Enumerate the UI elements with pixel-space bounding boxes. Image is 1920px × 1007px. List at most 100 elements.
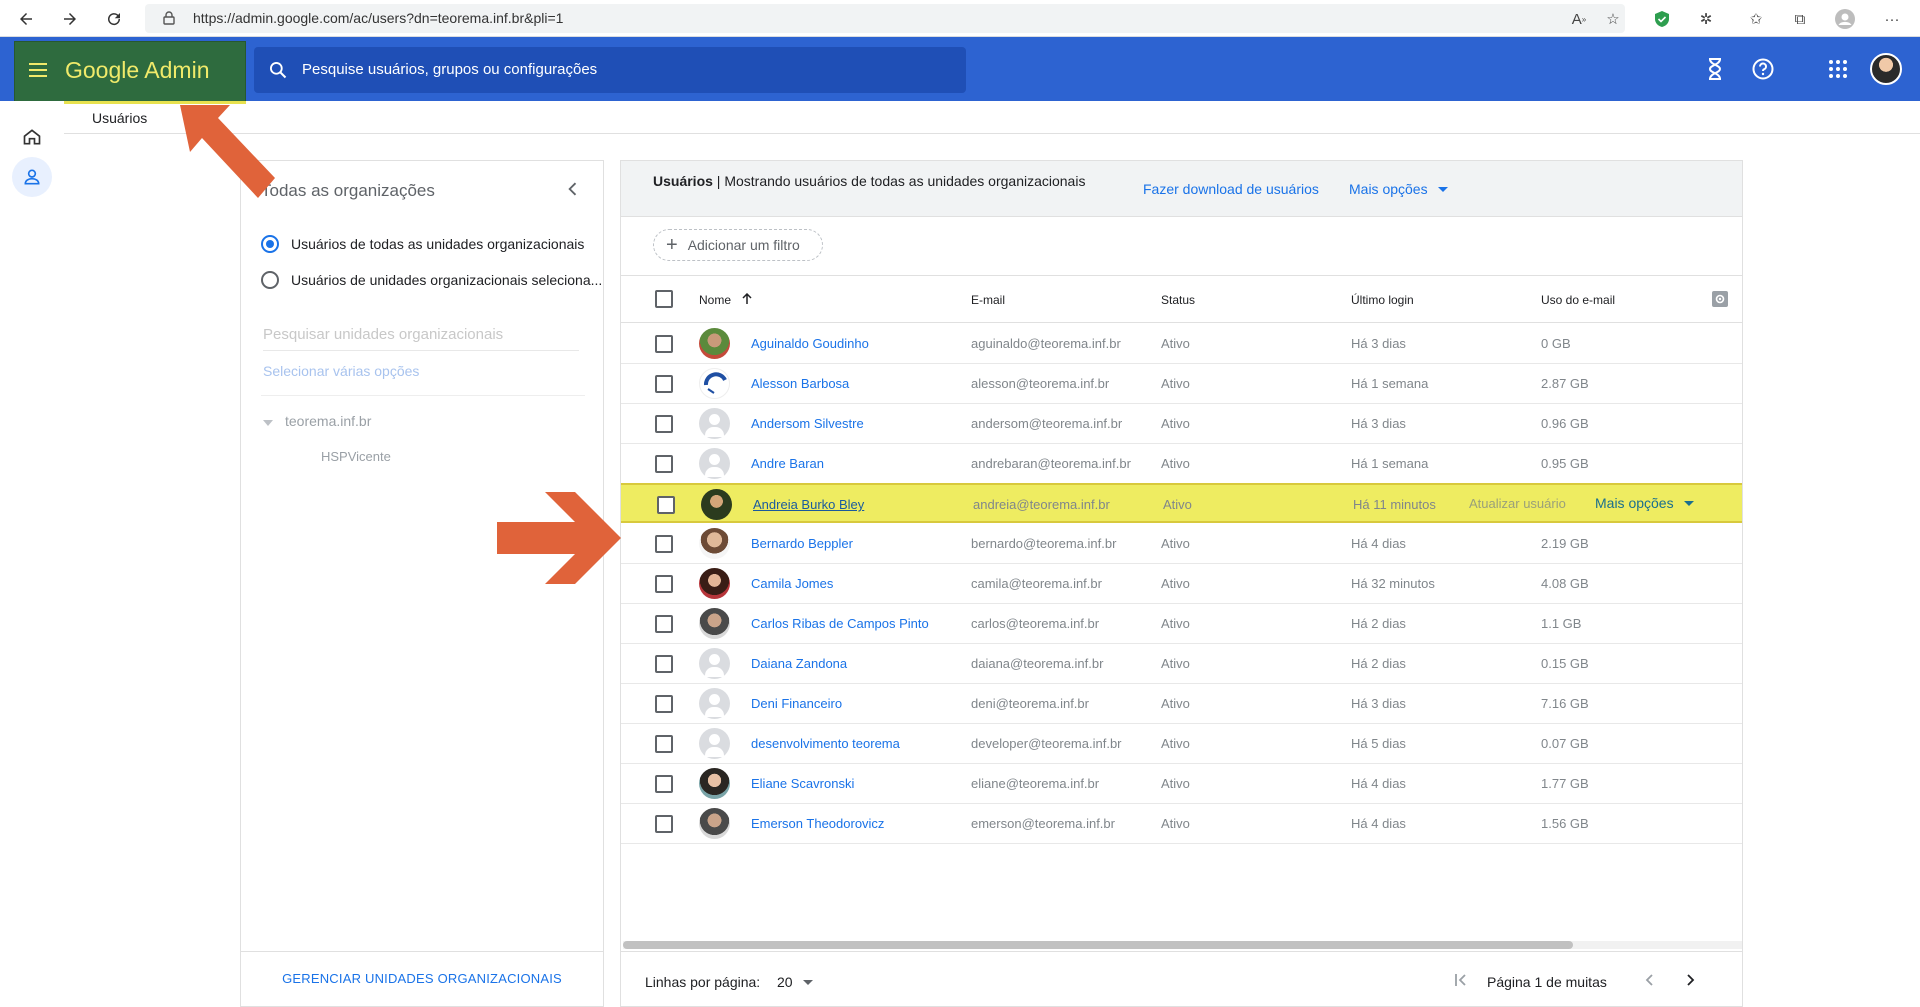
browser-menu-icon[interactable]: ···: [1880, 7, 1904, 31]
user-name-link[interactable]: Carlos Ribas de Campos Pinto: [751, 616, 929, 631]
row-checkbox[interactable]: [655, 815, 673, 833]
user-email: emerson@teorema.inf.br: [971, 816, 1115, 831]
user-name-link[interactable]: Emerson Theodorovicz: [751, 816, 884, 831]
profile-icon[interactable]: [1833, 7, 1857, 31]
col-status[interactable]: Status: [1161, 293, 1195, 307]
row-checkbox[interactable]: [655, 535, 673, 553]
row-checkbox[interactable]: [655, 375, 673, 393]
table-row[interactable]: Andersom Silvestre andersom@teorema.inf.b…: [621, 404, 1742, 444]
read-aloud-icon[interactable]: A»: [1567, 7, 1591, 31]
user-name-link[interactable]: Daiana Zandona: [751, 656, 847, 671]
table-row[interactable]: Aguinaldo Goudinho aguinaldo@teorema.inf.…: [621, 324, 1742, 364]
row-checkbox[interactable]: [655, 335, 673, 353]
next-page-icon[interactable]: [1677, 966, 1705, 994]
favorites-icon[interactable]: ✩: [1744, 7, 1768, 31]
add-filter-button[interactable]: + Adicionar um filtro: [653, 229, 823, 261]
table-row[interactable]: Camila Jomes camila@teorema.inf.br Ativo Há…: [621, 564, 1742, 604]
search-input[interactable]: Pesquise usuários, grupos ou configuraçõ…: [254, 47, 966, 93]
user-name-link[interactable]: Bernardo Beppler: [751, 536, 853, 551]
col-email[interactable]: E-mail: [971, 293, 1005, 307]
collapse-panel-icon[interactable]: [563, 179, 583, 204]
address-bar[interactable]: https://admin.google.com/ac/users?dn=teo…: [145, 4, 1625, 33]
org-tree-child[interactable]: HSPVicente: [321, 449, 391, 464]
update-user-button[interactable]: Atualizar usuário: [1469, 496, 1566, 511]
table-row[interactable]: Alesson Barbosa alesson@teorema.inf.br Ati…: [621, 364, 1742, 404]
row-checkbox[interactable]: [655, 615, 673, 633]
forward-icon[interactable]: [56, 5, 84, 33]
annotation-arrow-right: [497, 492, 621, 584]
brand-title[interactable]: Google Admin: [65, 57, 209, 84]
table-row[interactable]: Daiana Zandona daiana@teorema.inf.br Ativo…: [621, 644, 1742, 684]
org-search-input[interactable]: Pesquisar unidades organizacionais: [263, 321, 579, 351]
select-multiple-link[interactable]: Selecionar várias opções: [263, 363, 419, 379]
user-status: Ativo: [1161, 656, 1190, 671]
radio-all-org-units[interactable]: Usuários de todas as unidades organizaci…: [261, 235, 584, 253]
home-icon[interactable]: [12, 117, 52, 157]
table-row[interactable]: Emerson Theodorovicz emerson@teorema.inf.…: [621, 804, 1742, 844]
person-icon[interactable]: [12, 157, 52, 197]
user-status: Ativo: [1161, 536, 1190, 551]
col-email-usage[interactable]: Uso do e-mail: [1541, 293, 1615, 307]
col-last-login[interactable]: Último login: [1351, 293, 1414, 307]
download-users-button[interactable]: Fazer download de usuários: [1143, 181, 1319, 197]
row-checkbox[interactable]: [655, 415, 673, 433]
breadcrumb-divider: [64, 133, 1920, 134]
manage-org-units-button[interactable]: GERENCIAR UNIDADES ORGANIZACIONAIS: [241, 971, 603, 986]
back-icon[interactable]: [12, 5, 40, 33]
shield-extension-icon[interactable]: [1650, 7, 1674, 31]
table-row[interactable]: Andreia Burko Bley andreia@teorema.inf.br…: [621, 483, 1742, 523]
help-icon[interactable]: [1751, 57, 1775, 81]
radio-unselected[interactable]: [261, 271, 279, 289]
user-name-link[interactable]: Camila Jomes: [751, 576, 833, 591]
collections-icon[interactable]: ⧉: [1788, 7, 1812, 31]
prev-page-icon[interactable]: [1635, 966, 1663, 994]
sort-ascending-icon[interactable]: [742, 292, 752, 307]
extensions-icon[interactable]: ✲: [1694, 7, 1718, 31]
tree-expand-icon[interactable]: [263, 413, 273, 429]
hamburger-icon[interactable]: [29, 62, 49, 83]
column-settings-icon[interactable]: [1711, 290, 1729, 313]
user-email-usage: 4.08 GB: [1541, 576, 1589, 591]
user-name-link[interactable]: Andersom Silvestre: [751, 416, 864, 431]
org-tree-root[interactable]: teorema.inf.br: [263, 413, 371, 429]
user-name-link[interactable]: Andreia Burko Bley: [753, 497, 864, 512]
favorite-star-icon[interactable]: ☆: [1601, 7, 1625, 31]
more-options-button[interactable]: Mais opções: [1349, 181, 1448, 197]
breadcrumb[interactable]: Usuários: [92, 110, 147, 126]
user-name-link[interactable]: Deni Financeiro: [751, 696, 842, 711]
row-checkbox[interactable]: [655, 655, 673, 673]
row-checkbox[interactable]: [655, 775, 673, 793]
rows-per-page-select[interactable]: 20: [777, 974, 813, 990]
table-row[interactable]: Deni Financeiro deni@teorema.inf.br Ativo H…: [621, 684, 1742, 724]
first-page-icon[interactable]: [1447, 966, 1475, 994]
table-row[interactable]: Eliane Scavronski eliane@teorema.inf.br At…: [621, 764, 1742, 804]
user-name-link[interactable]: Alesson Barbosa: [751, 376, 849, 391]
user-name-link[interactable]: desenvolvimento teorema: [751, 736, 900, 751]
row-checkbox[interactable]: [655, 455, 673, 473]
user-name-link[interactable]: Eliane Scavronski: [751, 776, 854, 791]
user-email: camila@teorema.inf.br: [971, 576, 1102, 591]
table-row[interactable]: Bernardo Beppler bernardo@teorema.inf.br A…: [621, 524, 1742, 564]
col-name[interactable]: Nome: [699, 292, 752, 307]
scrollbar-thumb[interactable]: [623, 941, 1573, 949]
select-all-checkbox[interactable]: [655, 290, 673, 308]
row-more-options-button[interactable]: Mais opções: [1595, 495, 1694, 511]
apps-grid-icon[interactable]: [1826, 57, 1850, 81]
reload-icon[interactable]: [100, 5, 128, 33]
horizontal-scrollbar[interactable]: [623, 941, 1742, 949]
hourglass-icon[interactable]: [1703, 57, 1727, 81]
browser-toolbar: https://admin.google.com/ac/users?dn=teo…: [0, 0, 1920, 37]
radio-selected-org-units[interactable]: Usuários de unidades organizacionais sel…: [261, 271, 602, 289]
search-placeholder: Pesquise usuários, grupos ou configuraçõ…: [302, 61, 598, 78]
table-row[interactable]: Carlos Ribas de Campos Pinto carlos@teore…: [621, 604, 1742, 644]
table-row[interactable]: desenvolvimento teorema developer@teorema…: [621, 724, 1742, 764]
row-checkbox[interactable]: [655, 735, 673, 753]
user-name-link[interactable]: Andre Baran: [751, 456, 824, 471]
row-checkbox[interactable]: [655, 695, 673, 713]
radio-selected[interactable]: [261, 235, 279, 253]
user-name-link[interactable]: Aguinaldo Goudinho: [751, 336, 869, 351]
account-avatar[interactable]: [1870, 53, 1902, 85]
row-checkbox[interactable]: [657, 496, 675, 514]
table-row[interactable]: Andre Baran andrebaran@teorema.inf.br Ativ…: [621, 444, 1742, 484]
row-checkbox[interactable]: [655, 575, 673, 593]
